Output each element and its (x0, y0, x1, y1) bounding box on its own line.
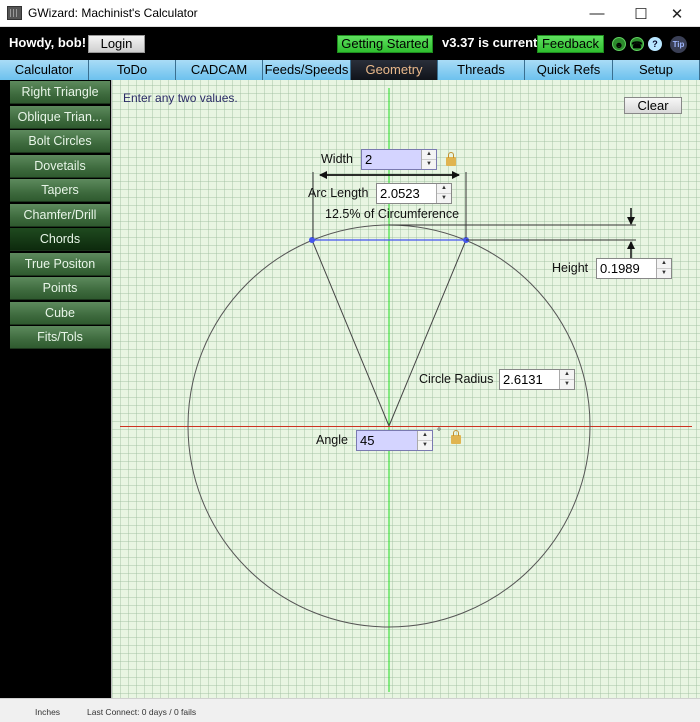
angle-label: Angle (316, 433, 348, 447)
clear-button[interactable]: Clear (624, 97, 682, 114)
last-connect-status: Last Connect: 0 days / 0 fails (87, 707, 197, 717)
width-lock-icon[interactable] (446, 152, 456, 166)
spin-down-icon[interactable]: ▼ (437, 194, 451, 203)
main-tabs: Calculator ToDo CADCAM Feeds/Speeds Geom… (0, 60, 700, 80)
tip-icon[interactable]: Tip (670, 36, 687, 53)
arc-length-spinner[interactable]: ▲ ▼ (436, 184, 451, 203)
circle-radius-input[interactable]: 2.6131 ▲ ▼ (499, 369, 575, 390)
height-input[interactable]: 0.1989 ▲ ▼ (596, 258, 672, 279)
feedback-button[interactable]: Feedback (537, 35, 604, 53)
tab-geometry[interactable]: Geometry (351, 60, 438, 80)
community-icon[interactable]: ☻ (612, 37, 626, 51)
sidebar-item-right-triangle[interactable]: Right Triangle (10, 81, 110, 104)
tab-feeds-speeds[interactable]: Feeds/Speeds (263, 60, 351, 80)
width-label: Width (321, 152, 353, 166)
tab-todo[interactable]: ToDo (89, 60, 176, 80)
spin-down-icon[interactable]: ▼ (418, 441, 432, 450)
arc-length-label: Arc Length (308, 186, 369, 200)
status-bar: Inches Last Connect: 0 days / 0 fails (0, 698, 700, 722)
support-icon[interactable]: ☎ (630, 37, 644, 51)
tab-threads[interactable]: Threads (438, 60, 525, 80)
version-status: v3.37 is current (442, 35, 538, 50)
angle-spinner[interactable]: ▲ ▼ (417, 431, 432, 450)
help-icon[interactable]: ? (648, 37, 662, 51)
height-value[interactable]: 0.1989 (597, 259, 656, 278)
height-spinner[interactable]: ▲ ▼ (656, 259, 671, 278)
greeting: Howdy, bob! (9, 35, 87, 50)
tab-quick-refs[interactable]: Quick Refs (525, 60, 613, 80)
angle-lock-icon[interactable] (451, 430, 461, 444)
spin-down-icon[interactable]: ▼ (560, 380, 574, 389)
sidebar-item-points[interactable]: Points (10, 277, 110, 300)
width-input[interactable]: 2 ▲ ▼ (361, 149, 437, 170)
sidebar-item-bolt-circles[interactable]: Bolt Circles (10, 130, 110, 153)
angle-value[interactable]: 45 (357, 431, 417, 450)
spin-up-icon[interactable]: ▲ (437, 184, 451, 194)
sidebar-item-chords[interactable]: Chords (10, 228, 110, 251)
sidebar-item-chamfer-drill[interactable]: Chamfer/Drill (10, 203, 110, 227)
arc-length-input[interactable]: 2.0523 ▲ ▼ (376, 183, 452, 204)
tab-setup[interactable]: Setup (613, 60, 700, 80)
arc-length-value[interactable]: 2.0523 (377, 184, 436, 203)
tab-cadcam[interactable]: CADCAM (176, 60, 263, 80)
spin-down-icon[interactable]: ▼ (657, 269, 671, 278)
circle-radius-label: Circle Radius (419, 372, 494, 386)
app-header: Howdy, bob! Login Getting Started v3.37 … (0, 27, 700, 60)
getting-started-button[interactable]: Getting Started (337, 35, 433, 53)
height-label: Height (552, 261, 589, 275)
spin-up-icon[interactable]: ▲ (560, 370, 574, 380)
spin-down-icon[interactable]: ▼ (422, 160, 436, 169)
sidebar-item-oblique-triangle[interactable]: Oblique Trian... (10, 105, 110, 129)
units-status: Inches (35, 707, 61, 717)
angle-input[interactable]: 45 ▲ ▼ (356, 430, 433, 451)
width-spinner[interactable]: ▲ ▼ (421, 150, 436, 169)
circle-radius-value[interactable]: 2.6131 (500, 370, 559, 389)
width-value[interactable]: 2 (362, 150, 421, 169)
sidebar-item-tapers[interactable]: Tapers (10, 179, 110, 202)
tab-calculator[interactable]: Calculator (0, 60, 89, 80)
circumference-note: 12.5% of Circumference (325, 207, 460, 221)
spin-up-icon[interactable]: ▲ (422, 150, 436, 160)
window-title: GWizard: Machinist's Calculator (28, 6, 198, 20)
title-bar: GWizard: Machinist's Calculator — ☐ ✕ (0, 0, 700, 27)
geometry-sidebar: Right Triangle Oblique Trian... Bolt Cir… (0, 80, 111, 698)
circle-radius-spinner[interactable]: ▲ ▼ (559, 370, 574, 389)
instruction-text: Enter any two values. (123, 91, 238, 105)
minimize-button[interactable]: — (574, 0, 620, 27)
sidebar-item-fits-tols[interactable]: Fits/Tols (10, 326, 110, 349)
sidebar-item-dovetails[interactable]: Dovetails (10, 154, 110, 178)
degree-unit: ° (437, 427, 441, 438)
chord-drawing-canvas (111, 80, 700, 698)
spin-up-icon[interactable]: ▲ (418, 431, 432, 441)
sidebar-item-true-position[interactable]: True Positon (10, 252, 110, 276)
sidebar-item-cube[interactable]: Cube (10, 301, 110, 325)
app-icon (7, 6, 22, 20)
spin-up-icon[interactable]: ▲ (657, 259, 671, 269)
login-button[interactable]: Login (88, 35, 145, 53)
close-button[interactable]: ✕ (654, 0, 700, 27)
